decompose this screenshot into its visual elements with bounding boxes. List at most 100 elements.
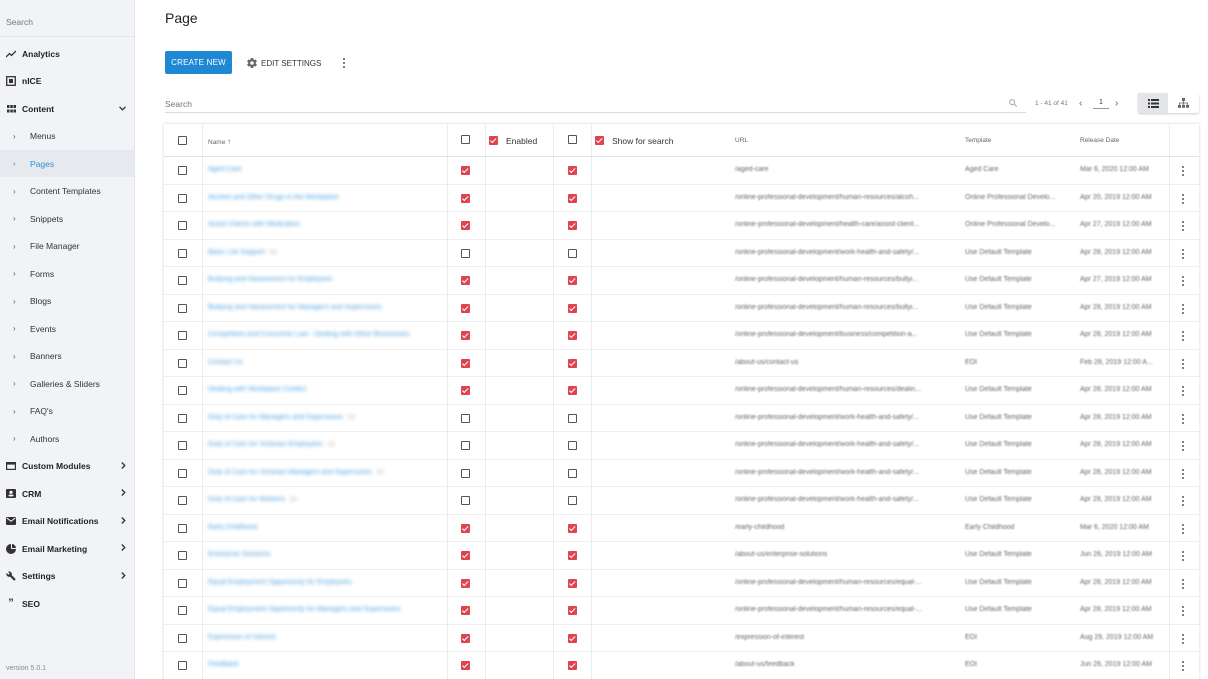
row-more-icon[interactable] <box>1180 385 1186 397</box>
page-name-link[interactable]: Duty of Care for Workers 1b <box>208 496 446 503</box>
row-more-icon[interactable] <box>1180 578 1186 590</box>
table-row[interactable]: Alcohol and Other Drugs in the Workplace… <box>164 185 1199 212</box>
enabled-checkbox[interactable] <box>461 248 470 258</box>
row-more-icon[interactable] <box>1180 330 1186 342</box>
page-name-link[interactable]: Basic Life Support 1b <box>208 249 446 256</box>
sidebar-item-analytics[interactable]: Analytics <box>0 40 134 67</box>
row-more-icon[interactable] <box>1180 303 1186 315</box>
table-row[interactable]: Aged Care/aged-care Aged Care Mar 6, 2020 … <box>164 157 1199 185</box>
show-for-search-toggle[interactable] <box>595 136 604 145</box>
page-name-link[interactable]: Competition and Consumer Law - Dealing w… <box>208 331 446 338</box>
enabled-all-checkbox[interactable] <box>461 135 470 144</box>
show-for-search-checkbox[interactable] <box>568 276 577 285</box>
page-name-link[interactable]: Alcohol and Other Drugs in the Workplace <box>208 194 446 201</box>
row-select-checkbox[interactable] <box>178 413 187 423</box>
page-name-link[interactable]: Expression of Interest <box>208 634 446 641</box>
tree-view-button[interactable] <box>1168 93 1198 113</box>
sidebar-item-nice[interactable]: nICE <box>0 68 134 95</box>
enabled-checkbox[interactable] <box>461 633 470 643</box>
page-name-link[interactable]: Bullying and Harassment for Employees <box>208 276 446 283</box>
show-for-search-checkbox[interactable] <box>568 496 577 505</box>
show-for-search-checkbox[interactable] <box>568 303 577 313</box>
column-header-url[interactable]: URL <box>735 137 748 144</box>
enabled-checkbox[interactable] <box>461 193 470 203</box>
row-more-icon[interactable] <box>1180 220 1186 232</box>
list-view-button[interactable] <box>1138 93 1168 113</box>
table-row[interactable]: Equal Employment Opportunity for Manager… <box>164 597 1199 625</box>
sidebar-item-pages[interactable]: › Pages <box>0 150 134 177</box>
table-row[interactable]: Duty of Care for Managers and Supervisor… <box>164 405 1199 432</box>
row-select-checkbox[interactable] <box>178 303 187 313</box>
show-for-search-checkbox[interactable] <box>568 633 577 643</box>
show-for-search-checkbox[interactable] <box>568 386 577 395</box>
row-select-checkbox[interactable] <box>178 441 187 450</box>
row-select-checkbox[interactable] <box>178 166 187 175</box>
row-more-icon[interactable] <box>1180 165 1186 177</box>
enabled-checkbox[interactable] <box>461 523 470 533</box>
row-more-icon[interactable] <box>1180 193 1186 205</box>
show-for-search-checkbox[interactable] <box>568 248 577 258</box>
page-name-link[interactable]: Early Childhood <box>208 524 446 531</box>
more-options-icon[interactable] <box>341 57 347 69</box>
enabled-checkbox[interactable] <box>461 551 470 560</box>
table-row[interactable]: Basic Life Support 1b/online-professional… <box>164 240 1199 267</box>
column-header-show-for-search[interactable]: Show for search <box>612 136 673 146</box>
page-name-link[interactable]: Bullying and Harassment for Managers and… <box>208 304 446 311</box>
sidebar-item-custom-modules[interactable]: Custom Modules <box>0 453 134 480</box>
sidebar-item-events[interactable]: › Events <box>0 315 134 342</box>
row-select-checkbox[interactable] <box>178 248 187 258</box>
create-new-button[interactable]: CREATE NEW <box>165 51 232 74</box>
show-for-search-checkbox[interactable] <box>568 193 577 203</box>
search-all-checkbox[interactable] <box>568 135 577 144</box>
sidebar-item-crm[interactable]: CRM <box>0 480 134 507</box>
page-name-link[interactable]: Enterprise Solutions <box>208 551 446 558</box>
sidebar-item-faq-s[interactable]: › FAQ's <box>0 398 134 425</box>
enabled-checkbox[interactable] <box>461 386 470 395</box>
enabled-column-toggle[interactable] <box>489 136 498 145</box>
row-more-icon[interactable] <box>1180 660 1186 672</box>
row-select-checkbox[interactable] <box>178 523 187 533</box>
show-for-search-checkbox[interactable] <box>568 661 577 670</box>
row-select-checkbox[interactable] <box>178 661 187 670</box>
enabled-checkbox[interactable] <box>461 468 470 478</box>
column-header-template[interactable]: Template <box>965 137 991 144</box>
row-select-checkbox[interactable] <box>178 386 187 395</box>
table-row[interactable]: Equal Employment Opportunity for Employe… <box>164 570 1199 597</box>
enabled-checkbox[interactable] <box>461 578 470 588</box>
table-row[interactable]: Enterprise Solutions/about-us/enterprise… <box>164 542 1199 570</box>
sidebar-item-email-notifications[interactable]: Email Notifications <box>0 508 134 535</box>
chevron-left-icon[interactable]: ‹ <box>1079 98 1082 109</box>
column-header-enabled[interactable]: Enabled <box>506 136 537 146</box>
enabled-checkbox[interactable] <box>461 606 470 615</box>
table-row[interactable]: Duty of Care for Victorian Managers and … <box>164 460 1199 487</box>
row-more-icon[interactable] <box>1180 468 1186 480</box>
page-name-link[interactable]: Duty of Care for Victorian Managers and … <box>208 469 446 476</box>
row-more-icon[interactable] <box>1180 605 1186 617</box>
show-for-search-checkbox[interactable] <box>568 413 577 423</box>
show-for-search-checkbox[interactable] <box>568 166 577 175</box>
table-row[interactable]: Duty of Care for Workers 1b/online-profes… <box>164 487 1199 515</box>
page-name-link[interactable]: Equal Employment Opportunity for Employe… <box>208 579 446 586</box>
row-select-checkbox[interactable] <box>178 331 187 340</box>
page-name-link[interactable]: Feedback <box>208 661 446 668</box>
show-for-search-checkbox[interactable] <box>568 331 577 340</box>
page-name-link[interactable]: Assist Clients with Medication <box>208 221 446 228</box>
sidebar-item-banners[interactable]: › Banners <box>0 343 134 370</box>
page-name-link[interactable]: Duty of Care for Victorian Employees 1b <box>208 441 446 448</box>
row-select-checkbox[interactable] <box>178 358 187 368</box>
chevron-right-icon[interactable]: › <box>1115 98 1118 109</box>
row-select-checkbox[interactable] <box>178 551 187 560</box>
row-select-checkbox[interactable] <box>178 633 187 643</box>
table-row[interactable]: Competition and Consumer Law - Dealing w… <box>164 322 1199 350</box>
table-row[interactable]: Expression of Interest/expression-of-int… <box>164 625 1199 652</box>
row-more-icon[interactable] <box>1180 413 1186 425</box>
row-select-checkbox[interactable] <box>178 221 187 230</box>
table-row[interactable]: Dealing with Workplace Conflict/online-p… <box>164 377 1199 405</box>
show-for-search-checkbox[interactable] <box>568 551 577 560</box>
enabled-checkbox[interactable] <box>461 221 470 230</box>
select-all-checkbox[interactable] <box>178 136 187 145</box>
enabled-checkbox[interactable] <box>461 303 470 313</box>
show-for-search-checkbox[interactable] <box>568 578 577 588</box>
sidebar-item-forms[interactable]: › Forms <box>0 260 134 287</box>
row-select-checkbox[interactable] <box>178 606 187 615</box>
